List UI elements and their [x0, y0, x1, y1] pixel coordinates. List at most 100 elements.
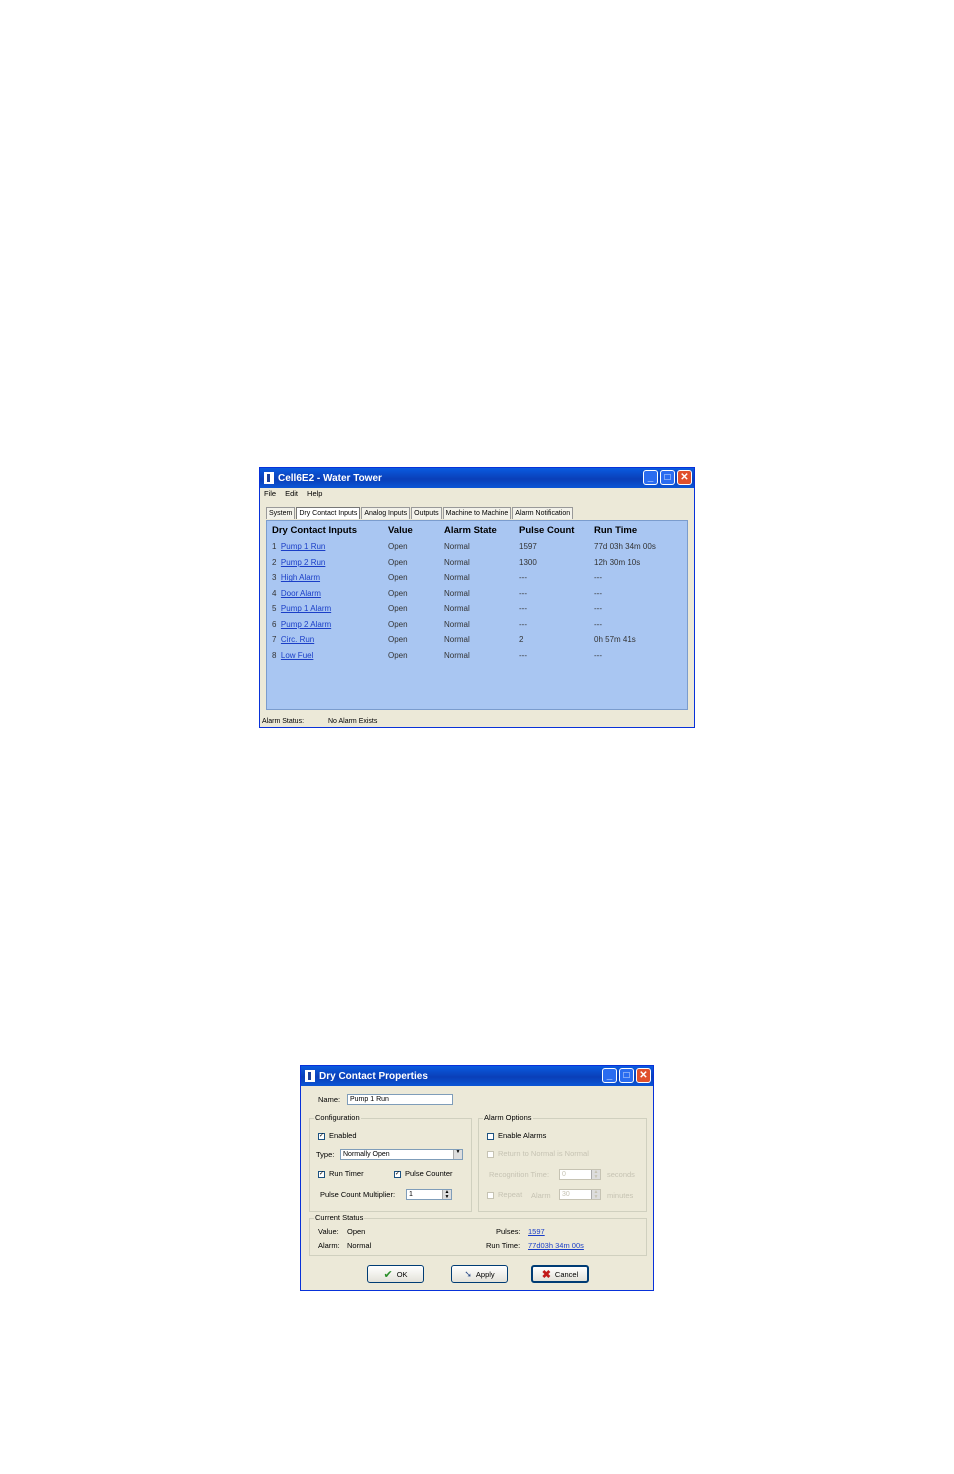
enabled-checkbox[interactable]: ✓ Enabled: [318, 1131, 357, 1140]
pulse-counter-checkbox[interactable]: ✓ Pulse Counter: [394, 1169, 453, 1178]
row-number: 3: [272, 573, 277, 583]
spinner-icon[interactable]: ▲ ▼: [442, 1190, 451, 1200]
table-row: 3 High Alarm Open Normal --- ---: [270, 570, 682, 586]
table-row: 5 Pump 1 Alarm Open Normal --- ---: [270, 601, 682, 617]
alarm-options-title: Alarm Options: [483, 1113, 533, 1122]
row-run-time: ---: [594, 588, 602, 598]
apply-label: Apply: [475, 1269, 495, 1279]
row-name-link[interactable]: Door Alarm: [281, 589, 321, 598]
enabled-label: Enabled: [329, 1131, 357, 1140]
return-normal-checkbox[interactable]: Return to Normal is Normal: [487, 1149, 589, 1158]
menu-file[interactable]: File: [264, 489, 276, 498]
ok-label: OK: [396, 1269, 408, 1279]
row-name-cell: 1 Pump 1 Run: [270, 539, 386, 555]
tab-dry-contact-inputs[interactable]: Dry Contact Inputs: [296, 507, 361, 519]
col-value: Value: [388, 525, 413, 536]
name-label: Name:: [318, 1095, 341, 1104]
type-label: Type:: [316, 1150, 335, 1159]
row-alarm-state: Normal: [444, 604, 470, 614]
dialog-close-icon[interactable]: ✕: [636, 1068, 651, 1083]
dry-contact-panel: Dry Contact Inputs Value Alarm State Pul…: [266, 520, 688, 710]
table-row: 6 Pump 2 Alarm Open Normal --- ---: [270, 617, 682, 633]
repeat-spinner-icon[interactable]: ▲ ▼: [591, 1190, 600, 1200]
row-name-link[interactable]: Pump 1 Alarm: [281, 604, 331, 613]
row-name-link[interactable]: High Alarm: [281, 573, 320, 582]
multiplier-label: Pulse Count Multiplier:: [320, 1190, 396, 1199]
repeat-label: Repeat: [498, 1190, 523, 1199]
row-run-time: 0h 57m 41s: [594, 635, 636, 645]
row-run-time: 77d 03h 34m 00s: [594, 542, 656, 552]
tab-analog-inputs[interactable]: Analog Inputs: [361, 507, 411, 519]
value-label: Value:: [318, 1227, 339, 1236]
row-pulse-count: 2: [519, 635, 524, 645]
return-normal-label: Return to Normal is Normal: [498, 1149, 589, 1158]
dialog-minimize-icon[interactable]: _: [602, 1068, 617, 1083]
main-titlebar[interactable]: Cell6E2 - Water Tower _ □ ✕: [260, 468, 694, 488]
recognition-field[interactable]: 0 ▲ ▼: [559, 1169, 601, 1180]
ok-button[interactable]: ✔ OK: [367, 1265, 424, 1283]
tab-machine-to-machine[interactable]: Machine to Machine: [442, 507, 512, 519]
run-timer-checkbox[interactable]: ✓ Run Timer: [318, 1169, 364, 1178]
checkmark-icon: ✔: [383, 1268, 393, 1281]
cancel-x-icon: ✖: [541, 1268, 551, 1281]
repeat-checkbox[interactable]: Repeat: [487, 1190, 522, 1199]
row-run-time: 12h 30m 10s: [594, 557, 641, 567]
row-name-link[interactable]: Low Fuel: [281, 651, 313, 660]
row-name-link[interactable]: Circ. Run: [281, 635, 314, 644]
row-value: Open: [388, 542, 408, 552]
runtime-link[interactable]: 77d03h 34m 00s: [528, 1241, 584, 1250]
chevron-down-icon[interactable]: ▼: [453, 1150, 462, 1159]
dialog-maximize-icon[interactable]: □: [619, 1068, 634, 1083]
type-select[interactable]: Normally Open ▼: [340, 1149, 463, 1160]
row-name-cell: 7 Circ. Run: [270, 632, 386, 648]
apply-icon: ➘: [464, 1268, 472, 1279]
enable-alarms-checkbox[interactable]: Enable Alarms: [487, 1131, 546, 1140]
row-name-link[interactable]: Pump 2 Alarm: [281, 620, 331, 629]
alarm-options-group: Alarm Options Enable Alarms Return to No…: [478, 1113, 647, 1212]
cancel-button[interactable]: ✖ Cancel: [531, 1265, 589, 1283]
row-pulse-count: ---: [519, 650, 527, 660]
minimize-icon[interactable]: _: [643, 470, 658, 485]
row-number: 5: [272, 604, 277, 614]
name-field[interactable]: Pump 1 Run: [347, 1094, 453, 1105]
col-dry-contact-inputs: Dry Contact Inputs: [272, 525, 357, 536]
recognition-unit: seconds: [607, 1170, 635, 1179]
current-status-title: Current Status: [314, 1213, 365, 1222]
row-pulse-count: ---: [519, 604, 527, 614]
table-row: 4 Door Alarm Open Normal --- ---: [270, 586, 682, 602]
row-name-link[interactable]: Pump 1 Run: [281, 542, 325, 551]
row-value: Open: [388, 588, 408, 598]
row-alarm-state: Normal: [444, 588, 470, 598]
menu-edit[interactable]: Edit: [285, 489, 298, 498]
pulses-link[interactable]: 1597: [528, 1227, 545, 1236]
row-alarm-state: Normal: [444, 542, 470, 552]
close-icon[interactable]: ✕: [677, 470, 692, 485]
repeat-unit: minutes: [607, 1191, 634, 1200]
apply-button[interactable]: ➘ Apply: [451, 1265, 508, 1283]
recognition-spinner-icon[interactable]: ▲ ▼: [591, 1170, 600, 1180]
repeat-field[interactable]: 30 ▲ ▼: [559, 1189, 601, 1200]
row-alarm-state: Normal: [444, 635, 470, 645]
row-name-cell: 4 Door Alarm: [270, 586, 386, 602]
row-alarm-state: Normal: [444, 573, 470, 583]
runtime-label: Run Time:: [486, 1241, 521, 1250]
row-number: 7: [272, 635, 277, 645]
menu-help[interactable]: Help: [307, 489, 322, 498]
row-value: Open: [388, 604, 408, 614]
row-alarm-state: Normal: [444, 619, 470, 629]
repeat-value: 30: [562, 1191, 570, 1198]
row-number: 4: [272, 588, 277, 598]
maximize-icon[interactable]: □: [660, 470, 675, 485]
dialog-titlebar[interactable]: Dry Contact Properties _ □ ✕: [301, 1066, 653, 1086]
status-bar: Alarm Status: No Alarm Exists: [262, 718, 399, 725]
row-run-time: ---: [594, 619, 602, 629]
tab-alarm-notification[interactable]: Alarm Notification: [512, 507, 574, 519]
col-run-time: Run Time: [594, 525, 638, 536]
row-value: Open: [388, 635, 408, 645]
recognition-label: Recognition Time:: [489, 1170, 550, 1179]
tab-system[interactable]: System: [266, 507, 296, 519]
repeat-every-label: Alarm: [531, 1191, 551, 1200]
multiplier-field[interactable]: 1 ▲ ▼: [406, 1189, 452, 1200]
row-name-link[interactable]: Pump 2 Run: [281, 558, 325, 567]
tab-outputs[interactable]: Outputs: [411, 507, 442, 519]
